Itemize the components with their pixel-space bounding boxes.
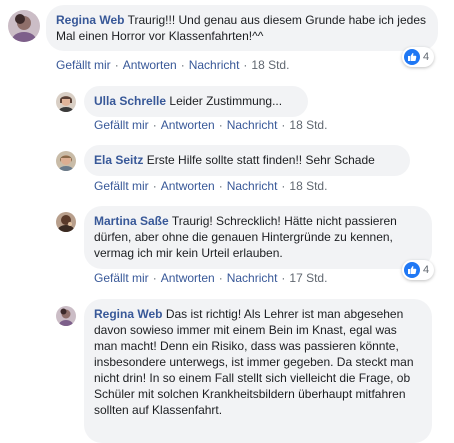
comment-actions: Gefällt mir · Antworten · Nachricht · 18 Std. [94,118,328,132]
comment-actions: Gefällt mir · Antworten · Nachricht · 17 Std. [94,271,328,285]
comment: Ulla Schrelle Leider Zustimmung... Gefäl… [0,78,454,140]
reply-button[interactable]: Antworten [161,179,215,193]
message-button[interactable]: Nachricht [189,58,240,72]
timestamp[interactable]: 17 Std. [289,271,327,285]
reply-button[interactable]: Antworten [161,118,215,132]
avatar[interactable] [56,306,76,326]
like-icon [404,262,420,278]
avatar[interactable] [56,92,76,112]
reaction-count: 4 [423,264,430,276]
comment-bubble: Ulla Schrelle Leider Zustimmung... [84,86,308,117]
avatar[interactable] [56,151,76,171]
like-button[interactable]: Gefällt mir [94,118,149,132]
comment-author[interactable]: Ela Seitz [94,153,143,167]
comment-text: Das ist richtig! Als Lehrer ist man abge… [94,307,414,417]
reply-button[interactable]: Antworten [161,271,215,285]
avatar[interactable] [8,10,40,42]
reaction-count-badge[interactable]: 4 [402,260,435,280]
comment: Regina Web Das ist richtig! Als Lehrer i… [0,294,454,443]
comment-author[interactable]: Ulla Schrelle [94,94,166,108]
comment-author[interactable]: Regina Web [56,13,124,27]
like-icon [404,49,420,65]
comment: Martina Saße Traurig! Schrecklich! Hätte… [0,202,454,294]
message-button[interactable]: Nachricht [227,271,278,285]
comment-bubble: Regina Web Das ist richtig! Als Lehrer i… [84,299,432,443]
like-button[interactable]: Gefällt mir [56,58,111,72]
message-button[interactable]: Nachricht [227,179,278,193]
avatar[interactable] [56,212,76,232]
comment-author[interactable]: Martina Saße [94,214,169,228]
comment-author[interactable]: Regina Web [94,307,162,321]
message-button[interactable]: Nachricht [227,118,278,132]
timestamp[interactable]: 18 Std. [289,179,327,193]
like-button[interactable]: Gefällt mir [94,179,149,193]
like-button[interactable]: Gefällt mir [94,271,149,285]
comment-actions: Gefällt mir · Antworten · Nachricht · 18 Std. [94,179,328,193]
reaction-count-badge[interactable]: 4 [402,47,435,67]
comment-text: Erste Hilfe sollte statt finden!! Sehr S… [146,153,375,167]
comment-actions: Gefällt mir · Antworten · Nachricht · 18 Std. [56,58,290,72]
timestamp[interactable]: 18 Std. [289,118,327,132]
comment: Ela Seitz Erste Hilfe sollte statt finde… [0,140,454,202]
comment-bubble: Martina Saße Traurig! Schrecklich! Hätte… [84,206,432,269]
comment: Regina Web Traurig!!! Und genau aus dies… [0,0,454,78]
comment-text: Leider Zustimmung... [169,94,283,108]
timestamp[interactable]: 18 Std. [251,58,289,72]
comment-bubble: Regina Web Traurig!!! Und genau aus dies… [46,5,438,51]
reply-button[interactable]: Antworten [123,58,177,72]
comment-bubble: Ela Seitz Erste Hilfe sollte statt finde… [84,145,410,176]
reaction-count: 4 [423,51,430,63]
